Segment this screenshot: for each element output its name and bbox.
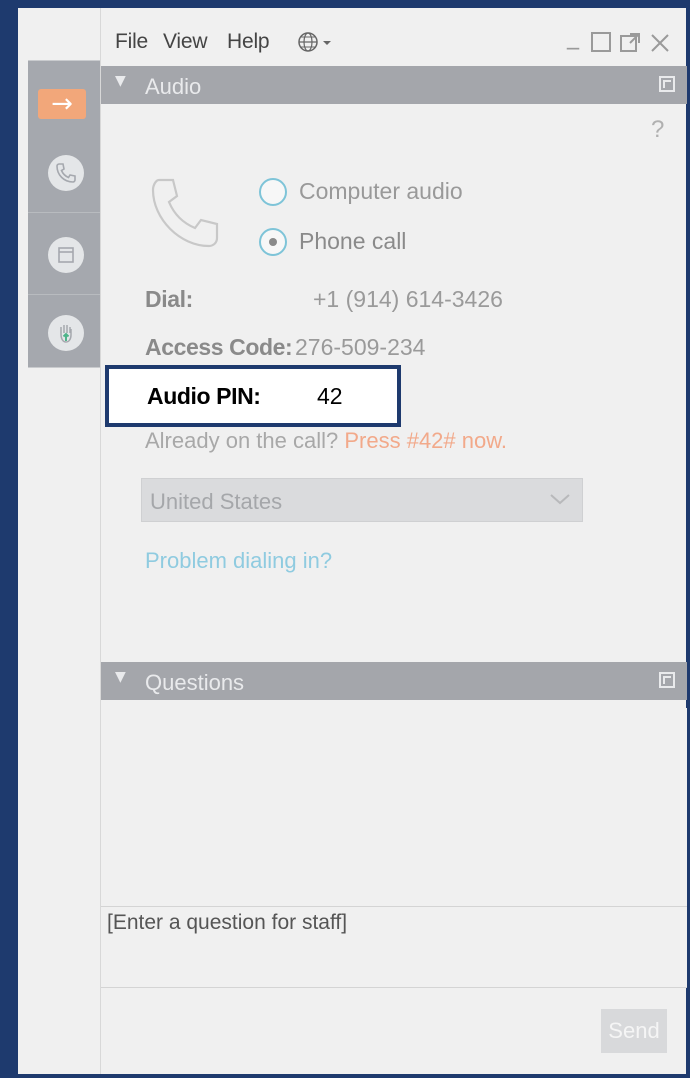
chevron-down-icon [548,491,572,512]
already-on-call-text: Already on the call? Press #42# now. [145,428,507,454]
popout-section-icon[interactable] [659,76,675,92]
send-button[interactable]: Send [601,1009,667,1053]
question-input[interactable]: [Enter a question for staff] [101,906,687,988]
questions-section-header[interactable]: ▼ Questions [101,662,687,700]
access-code-label: Access Code: [145,334,293,360]
dial-label: Dial: [145,286,193,312]
collapse-triangle-icon[interactable]: ▼ [115,73,126,89]
questions-log [101,708,687,908]
problem-dialing-link[interactable]: Problem dialing in? [145,548,332,574]
toolbar-slot-window [28,213,100,295]
help-question-icon[interactable]: ? [651,116,664,144]
menu-view[interactable]: View [163,30,208,54]
radio-button[interactable] [259,178,287,206]
control-panel: File View Help _ ▼ Audio ? Computer audi… [100,8,687,1074]
press-code-text: Press #42# now. [344,428,508,453]
left-strip: → [18,8,100,1074]
audio-pin-value: 42 [317,383,343,409]
toolbar-slot-hand [28,295,100,369]
popout-section-icon[interactable] [659,672,675,688]
dial-value: +1 (914) 614-3426 [313,286,503,312]
close-icon[interactable] [649,32,671,59]
control-toolbar: → [28,60,100,368]
radio-phone-call-label: Phone call [299,228,407,254]
access-code-value: 276-509-234 [295,334,426,360]
raise-hand-icon[interactable] [48,315,84,351]
country-select-value: United States [150,489,283,514]
app-window: → File View Help _ ▼ Audio ? Computer au… [18,8,687,1074]
radio-computer-audio-label: Computer audio [299,178,463,204]
maximize-icon[interactable] [591,32,611,52]
audio-section-header[interactable]: ▼ Audio [101,66,687,104]
menu-file[interactable]: File [115,30,148,54]
popout-icon[interactable] [619,32,641,59]
radio-button[interactable] [259,228,287,256]
audio-pin-label: Audio PIN: [147,383,261,409]
questions-section-title: Questions [145,670,245,695]
toolbar-slot-audio [28,131,100,213]
minimize-icon[interactable]: _ [567,22,579,50]
country-select[interactable]: United States [141,478,583,522]
globe-icon[interactable] [297,30,337,59]
menu-help[interactable]: Help [227,30,270,54]
menubar: File View Help _ [101,8,687,66]
phone-large-icon [145,174,225,259]
collapse-arrow-icon[interactable]: → [38,89,86,119]
audio-section-title: Audio [145,74,202,99]
phone-icon[interactable] [48,155,84,191]
toolbar-slot-collapse: → [28,61,100,131]
window-icon[interactable] [48,237,84,273]
audio-pin-highlight: Audio PIN: 42 [105,365,401,427]
already-on-call-question: Already on the call? [145,428,339,453]
collapse-triangle-icon[interactable]: ▼ [115,669,126,685]
